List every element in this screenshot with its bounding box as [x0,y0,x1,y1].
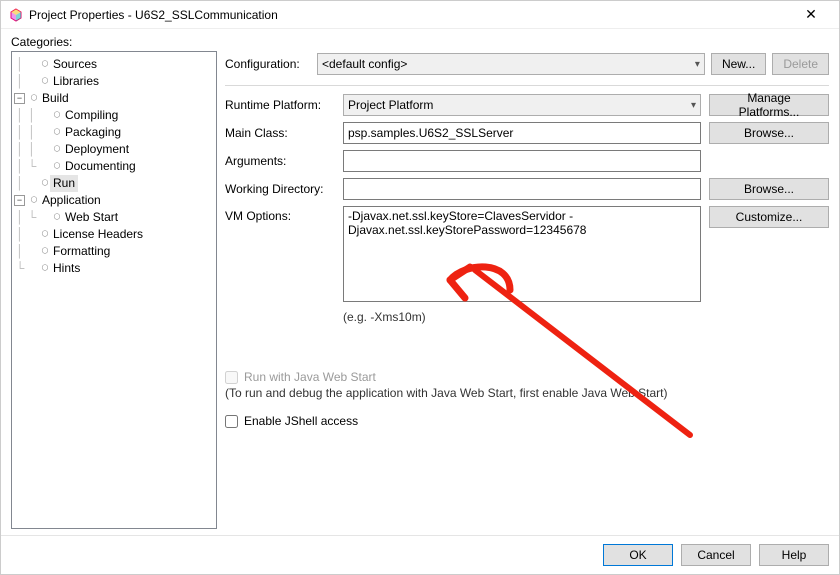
main-class-label: Main Class: [225,126,335,140]
tree-item-deployment[interactable]: ││◯ Deployment [14,141,214,158]
vm-options-hint: (e.g. -Xms10m) [343,310,701,324]
tree-item-hints[interactable]: └◯ Hints [14,260,214,277]
run-properties-panel: Configuration: <default config> ▾ New...… [225,51,829,535]
tree-item-documenting[interactable]: │└◯ Documenting [14,158,214,175]
collapse-icon[interactable]: − [14,195,25,206]
tree-item-sources[interactable]: │◯ Sources [14,56,214,73]
help-button[interactable]: Help [759,544,829,566]
ok-button[interactable]: OK [603,544,673,566]
working-dir-field[interactable] [343,178,701,200]
configuration-label: Configuration: [225,57,311,71]
enable-jshell-label: Enable JShell access [244,414,358,428]
new-config-button[interactable]: New... [711,53,766,75]
vm-options-textarea[interactable]: -Djavax.net.ssl.keyStore=ClavesServidor … [343,206,701,302]
run-web-start-label: Run with Java Web Start [244,370,376,384]
project-properties-dialog: Project Properties - U6S2_SSLCommunicati… [0,0,840,575]
chevron-down-icon: ▾ [691,100,696,111]
tree-item-packaging[interactable]: ││◯ Packaging [14,124,214,141]
run-web-start-checkbox [225,371,238,384]
main-class-field[interactable]: psp.samples.U6S2_SSLServer [343,122,701,144]
arguments-field[interactable] [343,150,701,172]
tree-item-compiling[interactable]: ││◯ Compiling [14,107,214,124]
run-web-start-checkbox-row: Run with Java Web Start [225,370,829,384]
browse-working-dir-button[interactable]: Browse... [709,178,829,200]
categories-label: Categories: [11,35,829,49]
enable-jshell-checkbox[interactable] [225,415,238,428]
browse-main-class-button[interactable]: Browse... [709,122,829,144]
collapse-icon[interactable]: − [14,93,25,104]
working-dir-label: Working Directory: [225,182,335,196]
tree-item-formatting[interactable]: │◯ Formatting [14,243,214,260]
enable-jshell-checkbox-row[interactable]: Enable JShell access [225,414,829,428]
tree-item-web-start[interactable]: │└◯ Web Start [14,209,214,226]
tree-item-libraries[interactable]: │◯ Libraries [14,73,214,90]
cancel-button[interactable]: Cancel [681,544,751,566]
tree-item-license-headers[interactable]: │◯ License Headers [14,226,214,243]
categories-tree[interactable]: │◯ Sources │◯ Libraries − ◯ Build ││◯ [11,51,217,529]
separator [225,85,829,86]
delete-config-button: Delete [772,53,829,75]
tree-item-build[interactable]: − ◯ Build [14,90,214,107]
run-web-start-hint: (To run and debug the application with J… [225,386,829,400]
app-icon [9,8,23,22]
close-button[interactable]: ✕ [791,2,831,28]
arguments-label: Arguments: [225,154,335,168]
window-title: Project Properties - U6S2_SSLCommunicati… [29,8,278,22]
vm-options-label: VM Options: [225,206,335,223]
customize-vm-button[interactable]: Customize... [709,206,829,228]
chevron-down-icon: ▾ [695,59,700,70]
manage-platforms-button[interactable]: Manage Platforms... [709,94,829,116]
tree-item-application[interactable]: − ◯ Application [14,192,214,209]
dialog-buttons: OK Cancel Help [1,535,839,574]
runtime-platform-label: Runtime Platform: [225,98,335,112]
configuration-select[interactable]: <default config> ▾ [317,53,705,75]
tree-item-run[interactable]: │◯ Run [14,175,214,192]
runtime-platform-select[interactable]: Project Platform ▾ [343,94,701,116]
titlebar: Project Properties - U6S2_SSLCommunicati… [1,1,839,29]
